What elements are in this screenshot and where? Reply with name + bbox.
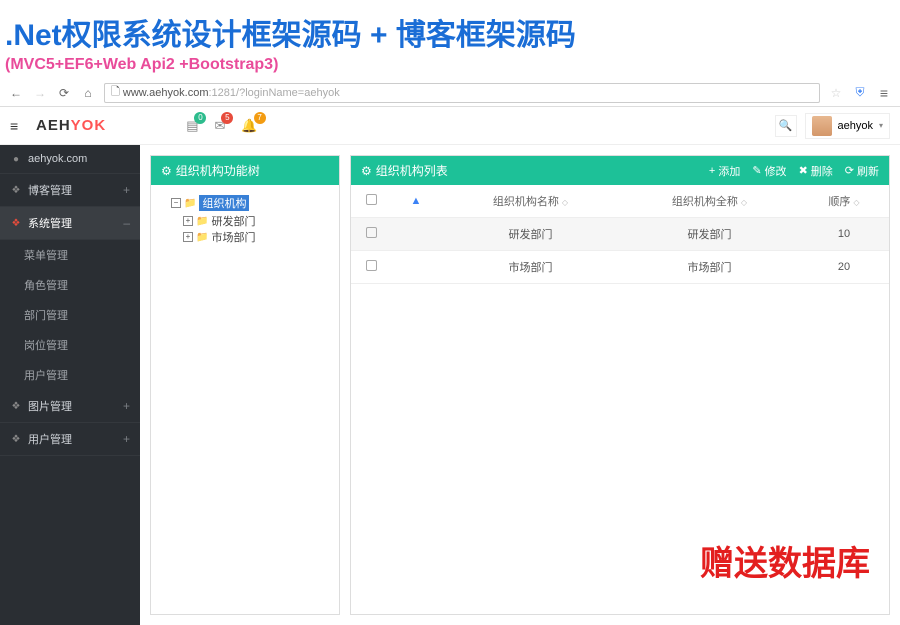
plus-icon: + [709,165,715,177]
collapse-icon[interactable]: − [171,198,181,208]
url-bar[interactable]: 🗋 www.aehyok.com:1281/?loginName=aehyok [104,83,820,103]
list-panel-header: ⚙ 组织机构列表 +添加 ✎修改 ✖删除 ⟳刷新 [351,156,889,185]
nav-icon: ● [10,154,22,165]
tree-root[interactable]: − 📁 组织机构 [171,195,331,211]
share-icon: ⚙ [161,164,172,178]
sidebar: ●aehyok.com❖博客管理+❖系统管理–菜单管理角色管理部门管理岗位管理用… [0,145,140,625]
checkbox-all[interactable] [366,194,377,205]
share-icon: ⚙ [361,164,372,178]
row-checkbox[interactable] [366,227,377,238]
expand-icon[interactable]: – [123,216,130,230]
pencil-icon: ✎ [752,164,761,177]
folder-icon: 📁 [196,216,208,227]
home-icon[interactable]: ⌂ [80,85,96,101]
sidebar-subitem[interactable]: 部门管理 [0,300,140,330]
edit-button[interactable]: ✎修改 [752,163,786,179]
back-icon[interactable]: ← [8,85,24,101]
expand-icon[interactable]: + [183,216,193,226]
banner-title: .Net权限系统设计框架源码 + 博客框架源码 [5,10,900,54]
table-row[interactable]: 市场部门市场部门20 [351,251,889,284]
menu-icon[interactable]: ≡ [876,85,892,101]
sidebar-item[interactable]: ❖博客管理+ [0,174,140,207]
app-header: ≡ AEHYOK ▤0 ✉5 🔔7 🔍 aehyok ▾ [0,107,900,145]
sidebar-subitem[interactable]: 岗位管理 [0,330,140,360]
row-checkbox[interactable] [366,260,377,271]
expand-icon[interactable]: + [123,183,130,197]
inbox-icon[interactable]: ▤0 [186,118,198,134]
brand-logo[interactable]: AEHYOK [36,117,106,134]
sort-indicator-icon[interactable]: ▲ [411,195,422,207]
add-button[interactable]: +添加 [709,163,740,179]
nav-icon: ❖ [10,218,22,229]
org-table: ▲ 组织机构名称◇ 组织机构全称◇ 顺序◇ 研发部门研发部门10市场部门市场部门… [351,185,889,284]
bell-icon[interactable]: 🔔7 [241,118,257,134]
sidebar-item[interactable]: ❖用户管理+ [0,423,140,456]
delete-button[interactable]: ✖删除 [799,163,833,179]
sidebar-subitem[interactable]: 用户管理 [0,360,140,390]
expand-icon[interactable]: + [123,432,130,446]
folder-icon: 📁 [196,232,208,243]
nav-icon: ❖ [10,185,22,196]
tree-panel-header: ⚙ 组织机构功能树 [151,156,339,185]
tree-node[interactable]: +📁研发部门 [183,213,331,229]
reload-icon[interactable]: ⟳ [56,85,72,101]
forward-icon[interactable]: → [32,85,48,101]
promo-banner: .Net权限系统设计框架源码 + 博客框架源码 (MVC5+EF6+Web Ap… [0,0,900,79]
chevron-down-icon: ▾ [879,121,883,130]
gift-overlay: 赠送数据库 [700,536,870,585]
hamburger-icon[interactable]: ≡ [10,118,28,134]
expand-icon[interactable]: + [183,232,193,242]
refresh-icon: ⟳ [845,164,854,177]
browser-toolbar: ← → ⟳ ⌂ 🗋 www.aehyok.com:1281/?loginName… [0,79,900,107]
mail-icon[interactable]: ✉5 [214,118,225,134]
user-menu[interactable]: aehyok ▾ [805,113,891,139]
expand-icon[interactable]: + [123,399,130,413]
star-icon[interactable]: ☆ [828,85,844,101]
sidebar-item[interactable]: ❖图片管理+ [0,390,140,423]
tree-node[interactable]: +📁市场部门 [183,229,331,245]
sidebar-subitem[interactable]: 菜单管理 [0,240,140,270]
banner-subtitle: (MVC5+EF6+Web Api2 +Bootstrap3) [5,56,900,74]
sidebar-subitem[interactable]: 角色管理 [0,270,140,300]
sidebar-item[interactable]: ●aehyok.com [0,145,140,174]
table-row[interactable]: 研发部门研发部门10 [351,218,889,251]
sidebar-item[interactable]: ❖系统管理– [0,207,140,240]
shield-icon[interactable]: ⛨ [852,85,868,101]
nav-icon: ❖ [10,401,22,412]
refresh-button[interactable]: ⟳刷新 [845,163,879,179]
avatar [812,116,832,136]
search-icon[interactable]: 🔍 [775,115,797,137]
x-icon: ✖ [799,164,808,177]
tree-panel: ⚙ 组织机构功能树 − 📁 组织机构 +📁研发部门+📁市场部门 [150,155,340,615]
nav-icon: ❖ [10,434,22,445]
folder-icon: 📁 [184,198,196,209]
